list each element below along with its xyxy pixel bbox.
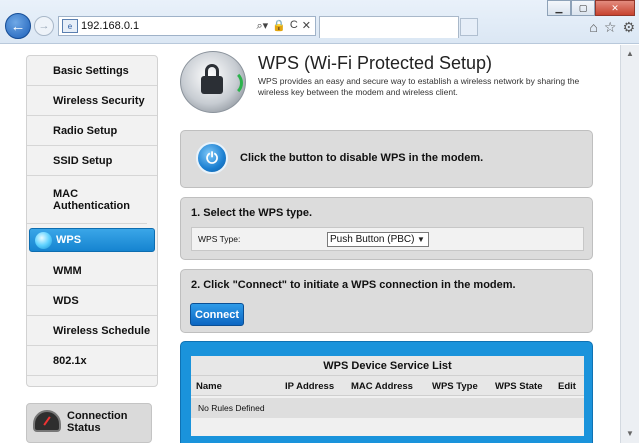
scroll-up-icon[interactable]: ▲ [623,47,637,61]
address-text[interactable]: 192.168.0.1 [81,20,256,32]
wps-type-heading: 1. Select the WPS type. [191,207,313,219]
settings-gear-icon[interactable]: ⚙ [622,19,635,36]
chevron-down-icon: ▼ [417,235,425,244]
active-indicator-icon [35,232,52,249]
sidebar-item-wireless-security[interactable]: Wireless Security [27,86,157,116]
sidebar-item-label: SSID Setup [53,154,113,167]
browser-tab[interactable] [319,16,459,38]
device-list-table: WPS Device Service List Name IP Address … [191,356,584,436]
column-header: MAC Address [351,381,413,392]
device-list-title: WPS Device Service List [191,356,584,376]
column-header: Edit [558,381,576,392]
sidebar-item-label: Wireless Schedule [53,324,151,337]
sidebar-item-wireless-schedule[interactable]: Wireless Schedule [27,316,157,346]
connection-status-label: Connection Status [67,410,128,434]
home-icon[interactable]: ⌂ [589,19,597,36]
column-header: WPS Type [432,381,478,392]
wps-type-value: Push Button (PBC) [330,234,415,245]
minimize-icon[interactable]: ▁ [547,0,571,16]
disable-wps-panel: ⏻ Click the button to disable WPS in the… [180,130,593,188]
stop-icon[interactable]: ✕ [302,19,311,33]
column-header: Name [196,381,222,392]
table-header: Name IP Address MAC Address WPS Type WPS… [191,376,584,396]
sidebar-item-label: Basic Settings [53,64,129,77]
new-tab-button[interactable] [460,18,478,36]
search-dropdown-icon[interactable]: ⌕▾ [256,19,268,33]
wps-lock-icon [180,51,246,113]
vertical-scrollbar[interactable]: ▲ ▼ [620,45,639,443]
page-description: WPS provides an easy and secure way to e… [258,76,580,97]
forward-arrow-icon[interactable]: → [34,16,54,36]
sidebar-item-wds[interactable]: WDS [27,286,157,316]
power-icon[interactable]: ⏻ [196,142,228,174]
sidebar-item-label: Radio Setup [53,124,118,137]
window-controls: ▁ ▢ ✕ [547,0,635,16]
scroll-down-icon[interactable]: ▼ [623,427,637,441]
wps-type-row: WPS Type: Push Button (PBC) ▼ [191,227,584,251]
page-title: WPS (Wi-Fi Protected Setup) [258,53,493,73]
connection-status-button[interactable]: Connection Status [26,403,152,443]
disable-wps-message: Click the button to disable WPS in the m… [240,152,484,164]
address-bar[interactable]: e 192.168.0.1 ⌕▾ 🔒 C ✕ [58,16,316,36]
sidebar-item-label: WMM [53,264,82,277]
device-list-panel: WPS Device Service List Name IP Address … [180,341,593,443]
wps-type-select[interactable]: Push Button (PBC) ▼ [327,232,429,247]
back-arrow-icon[interactable]: ← [5,13,31,39]
wps-type-panel: 1. Select the WPS type. WPS Type: Push B… [180,197,593,260]
lock-icon[interactable]: 🔒 [272,19,286,33]
sidebar-item-label: 802.1x [53,354,87,367]
page-icon: e [62,19,78,33]
wps-type-label: WPS Type: [198,234,241,244]
connect-button[interactable]: Connect [190,303,244,326]
sidebar-item-label: WPS [56,234,82,246]
sidebar-item-label: MAC Authentication [53,187,130,212]
column-header: WPS State [495,381,543,392]
page-content: Basic Settings Wireless Security Radio S… [0,45,620,443]
sidebar-item-ssid-setup[interactable]: SSID Setup [27,146,157,176]
maximize-icon[interactable]: ▢ [571,0,595,16]
sidebar-nav: Basic Settings Wireless Security Radio S… [26,55,158,387]
browser-tools: ⌂ ☆ ⚙ [589,19,635,36]
connect-heading: 2. Click "Connect" to initiate a WPS con… [191,279,516,291]
speedometer-icon [33,410,61,432]
sidebar-item-label: Wireless Security [53,94,145,107]
sidebar-item-label: WDS [53,294,79,307]
sidebar-item-wmm[interactable]: WMM [27,256,157,286]
sidebar-item-radio-setup[interactable]: Radio Setup [27,116,157,146]
address-tools: ⌕▾ 🔒 C ✕ [256,19,315,33]
sidebar-item-mac-authentication[interactable]: MAC Authentication [27,176,147,224]
close-icon[interactable]: ✕ [595,0,635,16]
column-header: IP Address [285,381,335,392]
table-row: No Rules Defined [191,398,584,418]
sidebar-item-basic-settings[interactable]: Basic Settings [27,56,157,86]
sidebar-item-8021x[interactable]: 802.1x [27,346,157,376]
sidebar-item-wps[interactable]: WPS [29,228,155,252]
connect-panel: 2. Click "Connect" to initiate a WPS con… [180,269,593,333]
refresh-icon[interactable]: C [290,19,298,33]
favorites-star-icon[interactable]: ☆ [604,19,617,36]
browser-chrome: ← → e 192.168.0.1 ⌕▾ 🔒 C ✕ ▁ ▢ ✕ ⌂ ☆ ⚙ [0,0,639,44]
